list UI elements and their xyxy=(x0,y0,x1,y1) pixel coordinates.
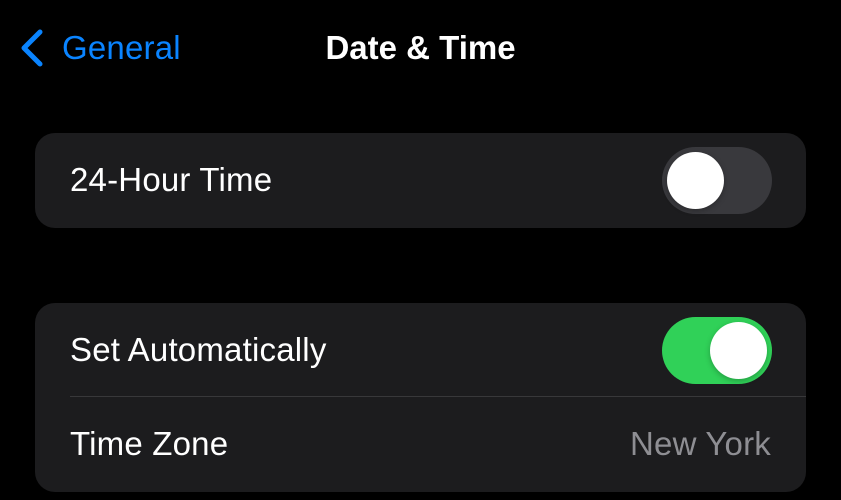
date-time-settings-screen: General Date & Time 24-Hour Time Set Aut… xyxy=(0,0,841,500)
settings-group-time-format: 24-Hour Time xyxy=(35,133,806,228)
row-24-hour-time: 24-Hour Time xyxy=(35,133,806,227)
24-hour-time-toggle[interactable] xyxy=(662,147,772,214)
set-automatically-toggle[interactable] xyxy=(662,317,772,384)
row-time-zone[interactable]: Time Zone New York xyxy=(35,397,806,491)
row-label: 24-Hour Time xyxy=(70,161,273,198)
toggle-knob xyxy=(667,152,724,209)
navigation-bar: General Date & Time xyxy=(0,0,841,96)
row-label: Set Automatically xyxy=(70,331,327,368)
row-label: Time Zone xyxy=(70,425,229,462)
page-title: Date & Time xyxy=(325,29,516,66)
row-set-automatically: Set Automatically xyxy=(35,303,806,397)
settings-group-time-source: Set Automatically Time Zone New York xyxy=(35,303,806,492)
time-zone-value: New York xyxy=(629,425,771,462)
toggle-knob xyxy=(710,322,767,379)
